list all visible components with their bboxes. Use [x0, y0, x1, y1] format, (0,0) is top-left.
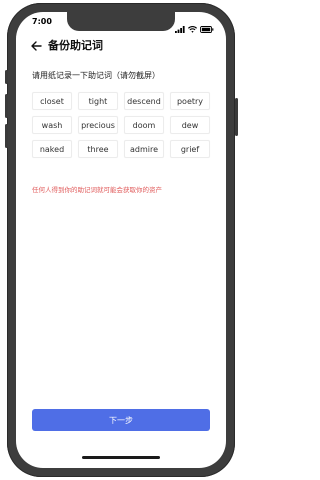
mnemonic-word: doom	[124, 116, 164, 134]
mnemonic-word: tight	[78, 92, 118, 110]
mnemonic-grid: closet tight descend poetry wash preciou…	[32, 92, 212, 158]
page-title: 备份助记词	[48, 39, 103, 52]
next-button[interactable]: 下一步	[32, 409, 210, 431]
status-icons	[175, 18, 214, 37]
mnemonic-word: naked	[32, 140, 72, 158]
power-button	[235, 98, 238, 136]
home-indicator	[82, 456, 160, 459]
mnemonic-word: poetry	[170, 92, 210, 110]
notch	[67, 12, 175, 31]
mnemonic-word: descend	[124, 92, 164, 110]
header: 备份助记词	[30, 37, 103, 53]
instruction-text: 请用纸记录一下助记词（请勿截屏）	[32, 71, 160, 80]
device-mockup: 7:00 备份助记词 请用纸记录一下助记词（请勿截屏） closet tight…	[0, 0, 244, 480]
mnemonic-word: wash	[32, 116, 72, 134]
battery-icon	[200, 18, 214, 37]
mnemonic-word: admire	[124, 140, 164, 158]
wifi-icon	[188, 18, 197, 37]
mnemonic-word: dew	[170, 116, 210, 134]
mnemonic-word: three	[78, 140, 118, 158]
volume-up-button	[5, 94, 8, 118]
phone-frame: 7:00 备份助记词 请用纸记录一下助记词（请勿截屏） closet tight…	[7, 3, 235, 477]
warning-text: 任何人得到你的助记词就可能会获取你的资产	[32, 186, 162, 194]
app-screen: 7:00 备份助记词 请用纸记录一下助记词（请勿截屏） closet tight…	[16, 12, 226, 468]
mute-switch	[5, 70, 8, 84]
mnemonic-word: precious	[78, 116, 118, 134]
mnemonic-word: closet	[32, 92, 72, 110]
mnemonic-word: grief	[170, 140, 210, 158]
status-time: 7:00	[32, 17, 52, 26]
back-button[interactable]	[30, 39, 42, 51]
signal-icon	[175, 18, 185, 37]
arrow-left-icon	[30, 36, 42, 55]
volume-down-button	[5, 124, 8, 148]
